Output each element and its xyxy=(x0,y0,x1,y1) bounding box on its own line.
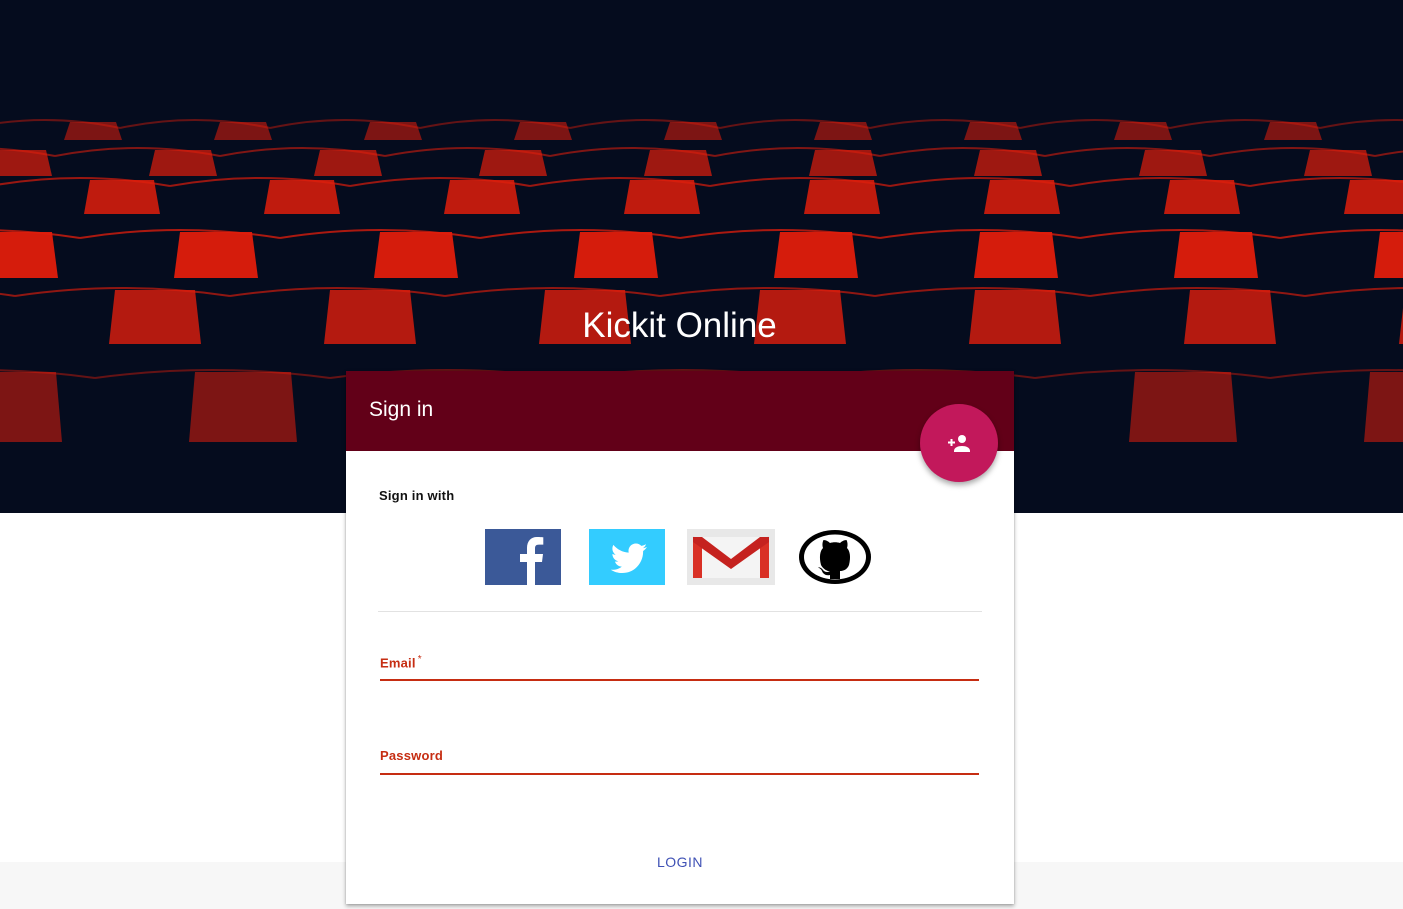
email-field-group: Email * xyxy=(380,654,983,684)
password-input[interactable] xyxy=(380,748,983,774)
twitter-login-button[interactable] xyxy=(589,529,665,585)
add-user-button[interactable] xyxy=(920,404,998,482)
person-add-icon xyxy=(948,435,970,452)
card-header-title: Sign in xyxy=(369,398,434,421)
github-icon xyxy=(799,530,871,584)
facebook-login-button[interactable] xyxy=(485,529,561,585)
divider xyxy=(378,611,982,612)
site-title: Kickit Online xyxy=(582,306,777,345)
gmail-login-button[interactable] xyxy=(687,529,775,585)
sign-in-card: Sign in Sign in with Email * Password LO… xyxy=(346,371,1014,904)
card-header: Sign in xyxy=(346,371,1014,451)
email-input[interactable] xyxy=(380,654,983,680)
email-underline xyxy=(380,679,979,681)
password-underline xyxy=(380,773,979,775)
facebook-icon xyxy=(485,529,561,585)
gmail-icon xyxy=(687,529,775,585)
github-login-button[interactable] xyxy=(797,529,873,585)
login-button[interactable]: LOGIN xyxy=(630,849,730,875)
sign-in-with-label: Sign in with xyxy=(379,488,455,503)
password-field-group: Password xyxy=(380,748,983,778)
twitter-icon xyxy=(589,529,665,585)
